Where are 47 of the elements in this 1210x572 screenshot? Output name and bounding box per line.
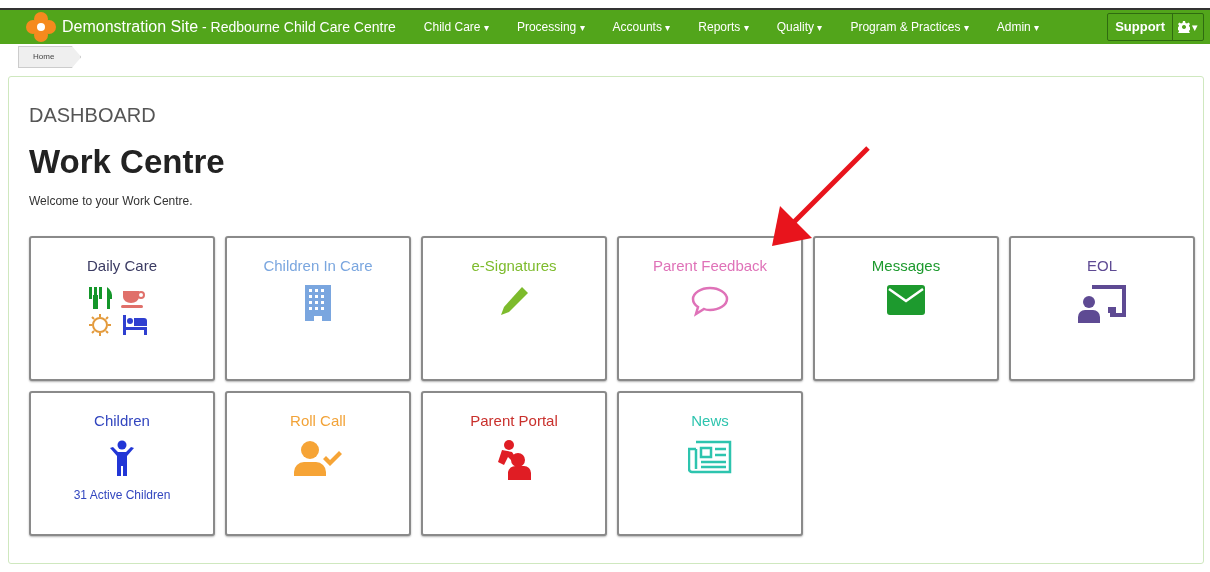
tile-title: Parent Feedback	[652, 258, 768, 273]
tile-title: Roll Call	[290, 413, 346, 428]
nav-menu-item[interactable]: Child Care ▾	[423, 18, 489, 36]
tile-title: Daily Care	[87, 258, 157, 273]
presenter-icon	[1078, 285, 1126, 323]
dashboard-tile[interactable]: Children 31 Active Children	[29, 391, 215, 536]
newspaper-icon	[688, 440, 732, 474]
user-check-icon	[294, 440, 342, 476]
nav-menu-item[interactable]: Accounts ▾	[612, 18, 671, 36]
building-icon	[305, 285, 331, 321]
flower-logo	[26, 12, 56, 42]
dashboard-tile[interactable]: EOL	[1009, 236, 1195, 381]
dashboard-tile[interactable]: Daily Care	[29, 236, 215, 381]
dashboard-tile[interactable]: Roll Call	[225, 391, 411, 536]
dashboard-tile[interactable]: Parent Feedback	[617, 236, 803, 381]
tile-title: e-Signatures	[471, 258, 557, 273]
nav-menu-item[interactable]: Admin ▾	[996, 18, 1040, 36]
breadcrumb-link[interactable]: Home	[18, 46, 82, 68]
dashboard-tile[interactable]: e-Signatures	[421, 236, 607, 381]
child-icon	[109, 440, 135, 476]
settings-icon	[1178, 21, 1190, 33]
site-subtitle: - Redbourne Child Care Centre	[202, 17, 396, 37]
tile-title: EOL	[1087, 258, 1117, 273]
speech-bubble-icon	[690, 285, 730, 317]
tile-title: News	[691, 413, 729, 428]
tile-title: Parent Portal	[470, 413, 558, 428]
nav-menu-item[interactable]: Program & Practices ▾	[850, 18, 969, 36]
site-title[interactable]: Demonstration Site	[62, 15, 199, 39]
parent-child-icon	[496, 440, 532, 480]
envelope-icon	[887, 285, 925, 315]
dashboard-tile[interactable]: Messages	[813, 236, 999, 381]
nav-menu-item[interactable]: Quality ▾	[776, 18, 823, 36]
nav-menu-item[interactable]: Reports ▾	[698, 18, 749, 36]
tile-title: Children	[94, 413, 150, 428]
tile-note: 31 Active Children	[73, 487, 171, 504]
settings-button[interactable]: ▾	[1173, 14, 1203, 40]
dashboard-tile[interactable]: Parent Portal	[421, 391, 607, 536]
welcome-text: Welcome to your Work Centre.	[29, 193, 194, 210]
page-title: Work Centre	[29, 145, 226, 178]
tile-title: Messages	[871, 258, 941, 273]
dashboard-tile[interactable]: Children In Care	[225, 236, 411, 381]
section-heading: DASHBOARD	[29, 105, 157, 125]
nav-menu-item[interactable]: Processing ▾	[516, 18, 585, 36]
support-button[interactable]: Support	[1108, 14, 1173, 40]
tile-title: Children In Care	[263, 258, 373, 273]
dashboard-tile[interactable]: News	[617, 391, 803, 536]
pencil-icon	[498, 285, 530, 317]
